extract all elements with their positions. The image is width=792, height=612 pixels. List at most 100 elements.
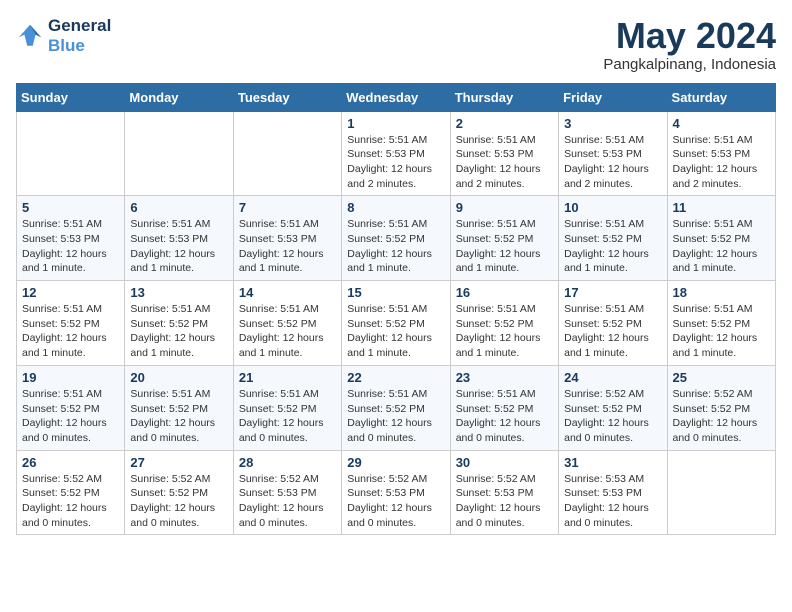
day-info: Sunrise: 5:51 AM Sunset: 5:52 PM Dayligh… [564,302,661,361]
calendar-cell: 14Sunrise: 5:51 AM Sunset: 5:52 PM Dayli… [233,281,341,366]
day-number: 18 [673,285,770,300]
day-number: 8 [347,200,444,215]
weekday-header-monday: Monday [125,83,233,111]
day-number: 30 [456,455,553,470]
day-info: Sunrise: 5:51 AM Sunset: 5:52 PM Dayligh… [673,217,770,276]
title-block: May 2024 Pangkalpinang, Indonesia [603,16,776,73]
weekday-header-wednesday: Wednesday [342,83,450,111]
day-info: Sunrise: 5:51 AM Sunset: 5:52 PM Dayligh… [22,302,119,361]
day-number: 26 [22,455,119,470]
weekday-header-sunday: Sunday [17,83,125,111]
day-number: 10 [564,200,661,215]
day-number: 29 [347,455,444,470]
calendar-cell [667,450,775,535]
calendar-cell: 15 Sunrise: 5:51 AM Sunset: 5:52 PM Dayli… [342,281,450,366]
day-info: Sunrise: 5:51 AM Sunset: 5:52 PM Dayligh… [347,217,444,276]
calendar-cell: 8 Sunrise: 5:51 AM Sunset: 5:52 PM Daylig… [342,196,450,281]
day-number: 1 [347,116,444,131]
calendar-cell: 4 Sunrise: 5:51 AM Sunset: 5:53 PM Daylig… [667,111,775,196]
calendar-cell: 3 Sunrise: 5:51 AM Sunset: 5:53 PM Daylig… [559,111,667,196]
calendar-cell: 10 Sunrise: 5:51 AM Sunset: 5:52 PM Dayli… [559,196,667,281]
calendar-week-2: 5Sunrise: 5:51 AM Sunset: 5:53 PM Daylig… [17,196,776,281]
page-header: General Blue May 2024 Pangkalpinang, Ind… [16,16,776,73]
calendar-cell [125,111,233,196]
day-number: 15 [347,285,444,300]
day-number: 28 [239,455,336,470]
calendar-cell: 24 Sunrise: 5:52 AM Sunset: 5:52 PM Dayli… [559,365,667,450]
calendar-cell: 1Sunrise: 5:51 AM Sunset: 5:53 PM Daylig… [342,111,450,196]
calendar-week-3: 12 Sunrise: 5:51 AM Sunset: 5:52 PM Dayli… [17,281,776,366]
calendar-cell: 20 Sunrise: 5:51 AM Sunset: 5:52 PM Dayli… [125,365,233,450]
day-number: 24 [564,370,661,385]
calendar-cell [233,111,341,196]
calendar-table: SundayMondayTuesdayWednesdayThursdayFrid… [16,83,776,536]
day-number: 6 [130,200,227,215]
calendar-cell: 27 Sunrise: 5:52 AM Sunset: 5:52 PM Dayli… [125,450,233,535]
day-number: 2 [456,116,553,131]
day-info: Sunrise: 5:51 AM Sunset: 5:53 PM Dayligh… [564,133,661,192]
day-info: Sunrise: 5:52 AM Sunset: 5:52 PM Dayligh… [564,387,661,446]
calendar-cell [17,111,125,196]
calendar-week-5: 26 Sunrise: 5:52 AM Sunset: 5:52 PM Dayli… [17,450,776,535]
day-info: Sunrise: 5:51 AM Sunset: 5:53 PM Dayligh… [130,217,227,276]
calendar-cell: 18 Sunrise: 5:51 AM Sunset: 5:52 PM Dayli… [667,281,775,366]
day-info: Sunrise: 5:51 AM Sunset: 5:52 PM Dayligh… [22,387,119,446]
day-info: Sunrise: 5:51 AM Sunset: 5:52 PM Dayligh… [456,217,553,276]
calendar-cell: 2 Sunrise: 5:51 AM Sunset: 5:53 PM Daylig… [450,111,558,196]
day-info: Sunrise: 5:52 AM Sunset: 5:53 PM Dayligh… [456,472,553,531]
day-number: 12 [22,285,119,300]
day-number: 7 [239,200,336,215]
calendar-cell: 11Sunrise: 5:51 AM Sunset: 5:52 PM Dayli… [667,196,775,281]
calendar-cell: 21 Sunrise: 5:51 AM Sunset: 5:52 PM Dayli… [233,365,341,450]
calendar-cell: 25Sunrise: 5:52 AM Sunset: 5:52 PM Dayli… [667,365,775,450]
day-number: 3 [564,116,661,131]
day-number: 20 [130,370,227,385]
calendar-week-4: 19 Sunrise: 5:51 AM Sunset: 5:52 PM Dayli… [17,365,776,450]
calendar-cell: 12 Sunrise: 5:51 AM Sunset: 5:52 PM Dayli… [17,281,125,366]
day-number: 31 [564,455,661,470]
day-number: 17 [564,285,661,300]
month-title: May 2024 [603,16,776,56]
calendar-cell: 6 Sunrise: 5:51 AM Sunset: 5:53 PM Daylig… [125,196,233,281]
weekday-header-friday: Friday [559,83,667,111]
day-info: Sunrise: 5:51 AM Sunset: 5:52 PM Dayligh… [130,387,227,446]
day-info: Sunrise: 5:51 AM Sunset: 5:52 PM Dayligh… [456,302,553,361]
calendar-cell: 16Sunrise: 5:51 AM Sunset: 5:52 PM Dayli… [450,281,558,366]
calendar-cell: 26 Sunrise: 5:52 AM Sunset: 5:52 PM Dayli… [17,450,125,535]
day-info: Sunrise: 5:51 AM Sunset: 5:52 PM Dayligh… [456,387,553,446]
day-info: Sunrise: 5:51 AM Sunset: 5:53 PM Dayligh… [239,217,336,276]
calendar-cell: 31 Sunrise: 5:53 AM Sunset: 5:53 PM Dayli… [559,450,667,535]
day-info: Sunrise: 5:51 AM Sunset: 5:52 PM Dayligh… [239,387,336,446]
logo-icon [16,22,44,50]
day-info: Sunrise: 5:51 AM Sunset: 5:52 PM Dayligh… [564,217,661,276]
day-number: 9 [456,200,553,215]
day-info: Sunrise: 5:52 AM Sunset: 5:52 PM Dayligh… [22,472,119,531]
day-info: Sunrise: 5:51 AM Sunset: 5:53 PM Dayligh… [673,133,770,192]
day-number: 4 [673,116,770,131]
day-info: Sunrise: 5:51 AM Sunset: 5:53 PM Dayligh… [22,217,119,276]
day-info: Sunrise: 5:53 AM Sunset: 5:53 PM Dayligh… [564,472,661,531]
calendar-cell: 9 Sunrise: 5:51 AM Sunset: 5:52 PM Daylig… [450,196,558,281]
weekday-header-thursday: Thursday [450,83,558,111]
day-info: Sunrise: 5:52 AM Sunset: 5:53 PM Dayligh… [239,472,336,531]
day-info: Sunrise: 5:51 AM Sunset: 5:52 PM Dayligh… [347,302,444,361]
day-info: Sunrise: 5:51 AM Sunset: 5:52 PM Dayligh… [673,302,770,361]
day-number: 13 [130,285,227,300]
day-info: Sunrise: 5:52 AM Sunset: 5:53 PM Dayligh… [347,472,444,531]
day-info: Sunrise: 5:51 AM Sunset: 5:52 PM Dayligh… [130,302,227,361]
calendar-cell: 22Sunrise: 5:51 AM Sunset: 5:52 PM Dayli… [342,365,450,450]
logo-text: General Blue [48,16,111,56]
calendar-week-1: 1 Sunrise: 5:51 AM Sunset: 5:53 PM Daylig… [17,111,776,196]
logo: General Blue [16,16,111,56]
day-number: 27 [130,455,227,470]
calendar-cell: 17 Sunrise: 5:51 AM Sunset: 5:52 PM Dayli… [559,281,667,366]
calendar-cell: 19 Sunrise: 5:51 AM Sunset: 5:52 PM Dayli… [17,365,125,450]
calendar-cell: 29 Sunrise: 5:52 AM Sunset: 5:53 PM Dayli… [342,450,450,535]
day-info: Sunrise: 5:52 AM Sunset: 5:52 PM Dayligh… [130,472,227,531]
day-number: 19 [22,370,119,385]
day-info: Sunrise: 5:51 AM Sunset: 5:53 PM Dayligh… [456,133,553,192]
day-number: 21 [239,370,336,385]
weekday-header-tuesday: Tuesday [233,83,341,111]
day-number: 22 [347,370,444,385]
calendar-cell: 23Sunrise: 5:51 AM Sunset: 5:52 PM Dayli… [450,365,558,450]
